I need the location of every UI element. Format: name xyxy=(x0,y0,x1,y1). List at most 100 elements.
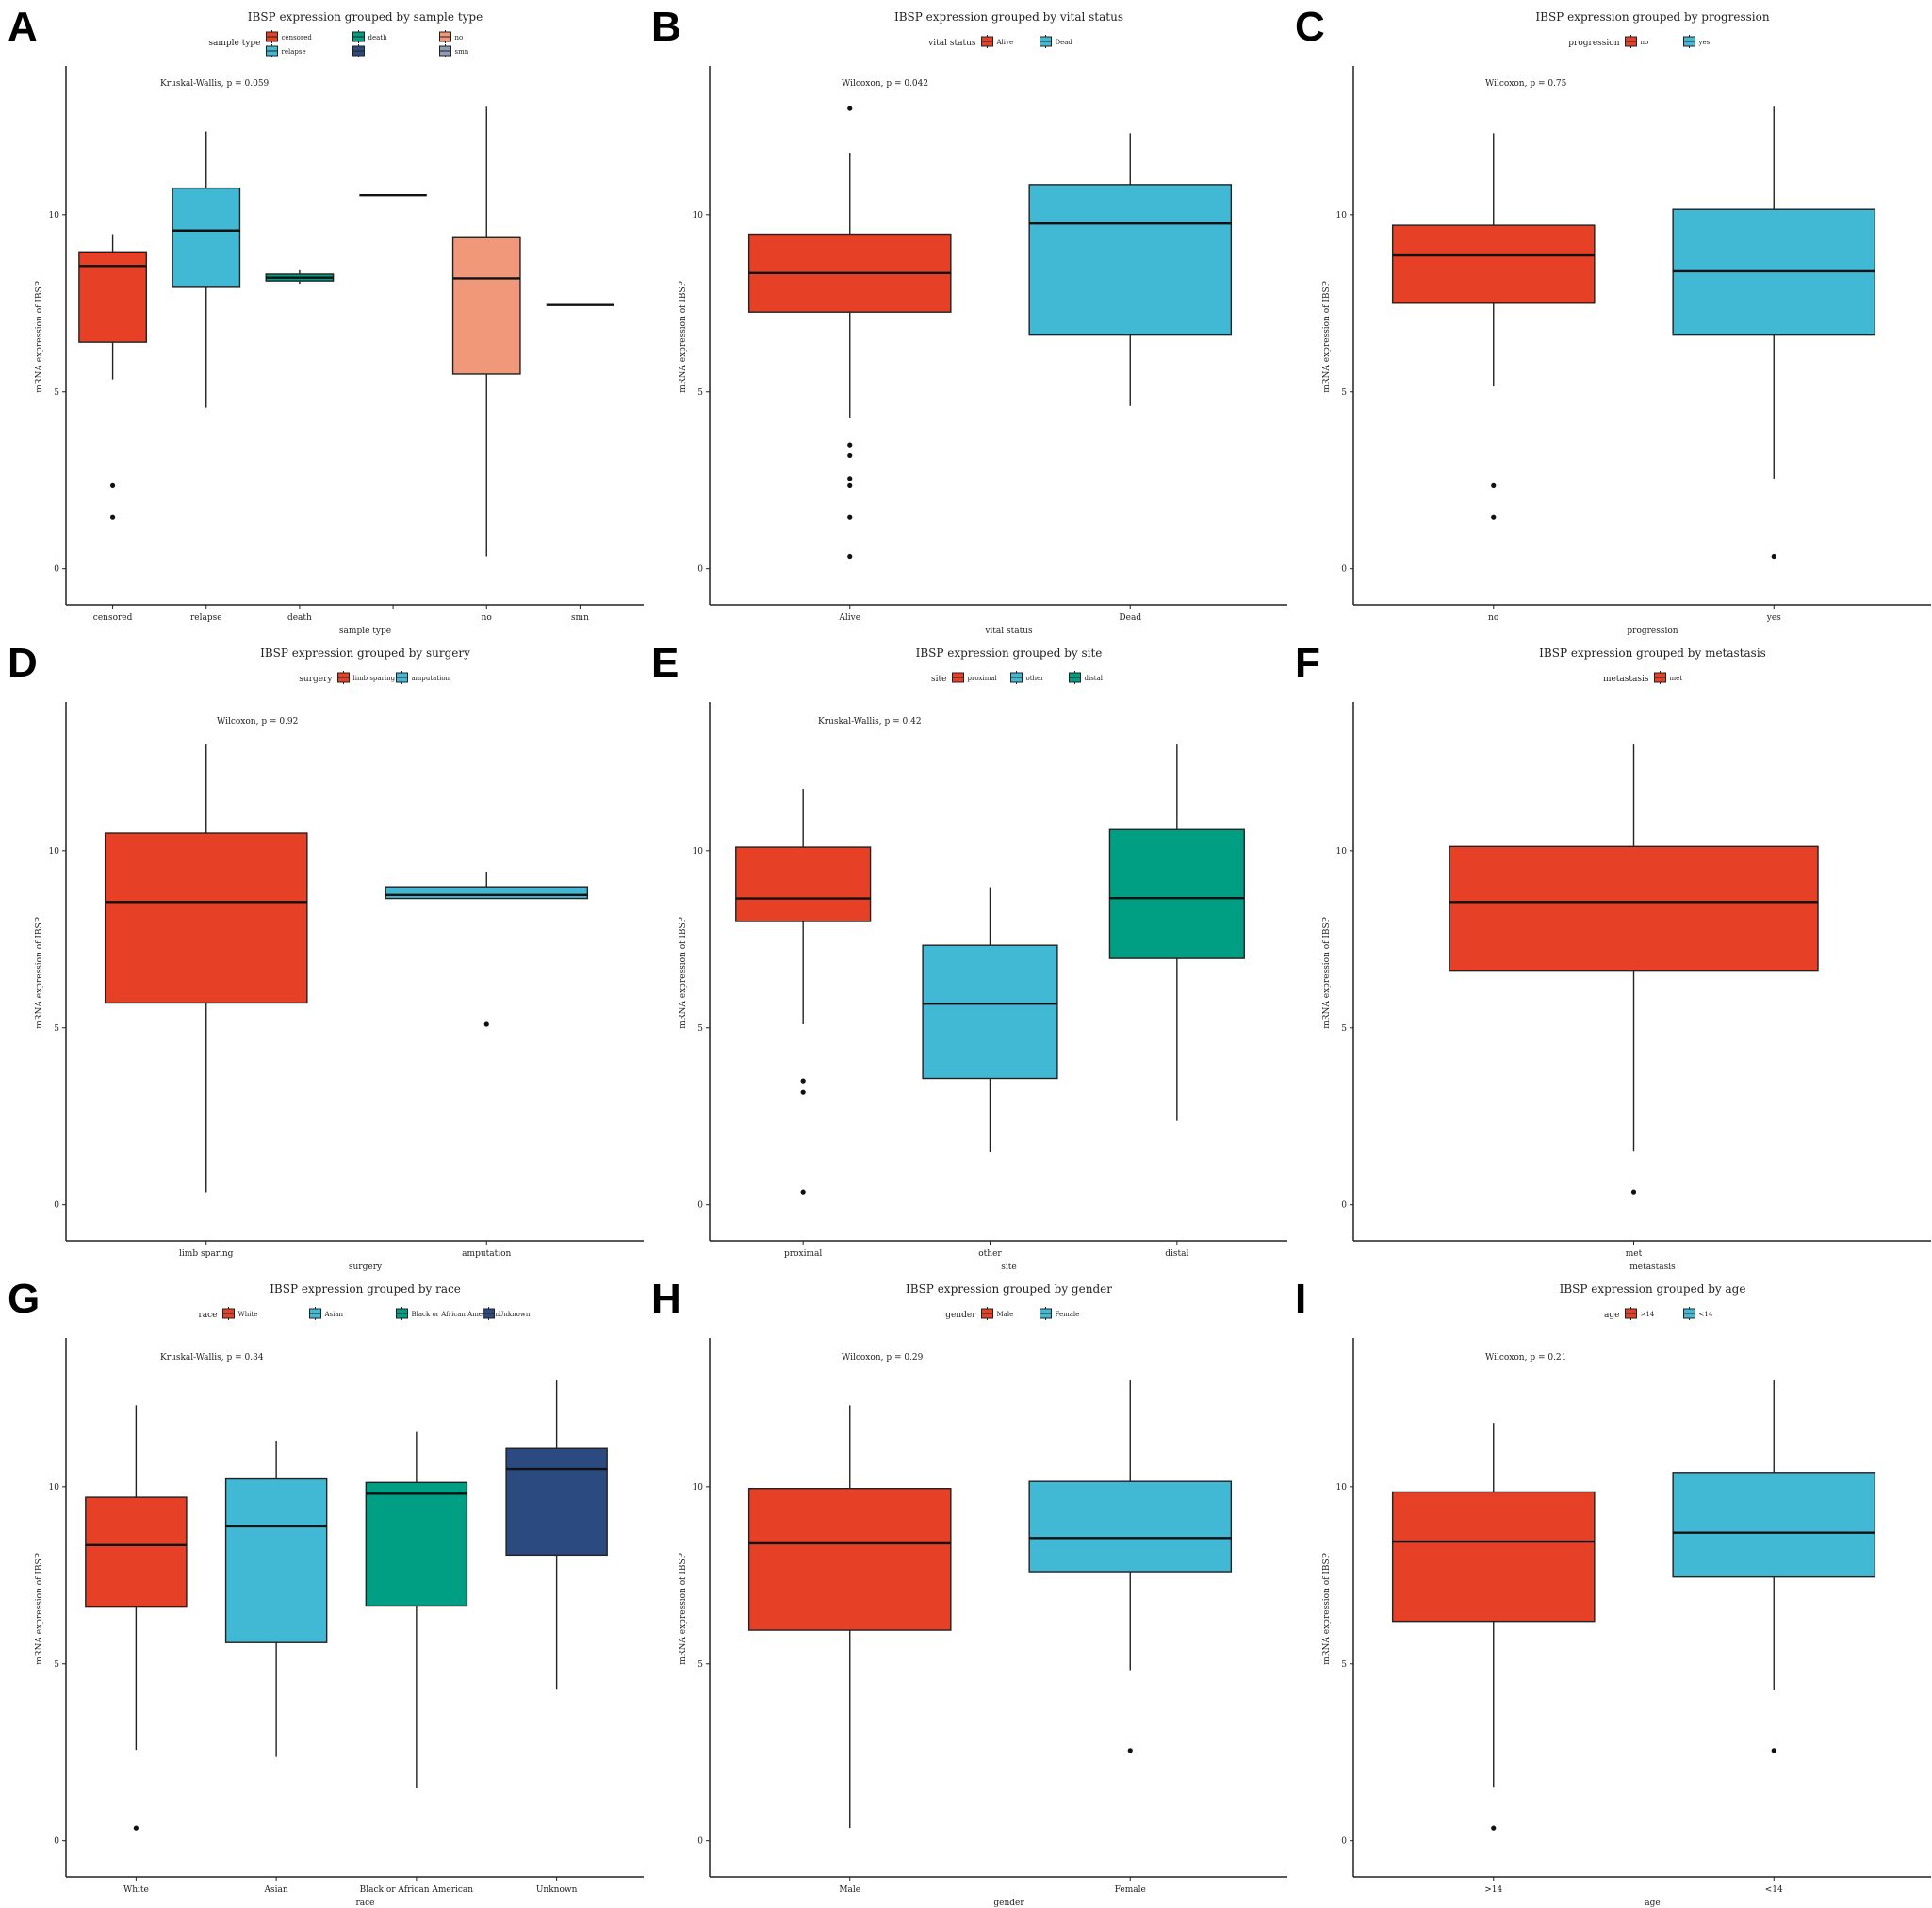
legend-label: yes xyxy=(1698,39,1711,46)
box-dead xyxy=(1028,133,1233,406)
iqr-box xyxy=(747,1488,952,1631)
iqr-box xyxy=(505,1447,608,1557)
stat-annotation: Kruskal-Wallis, p = 0.34 xyxy=(160,1353,264,1362)
legend-key xyxy=(309,1307,321,1320)
chart-title: IBSP expression grouped by progression xyxy=(1535,10,1769,24)
legend-key xyxy=(952,671,964,684)
legend-label: Female xyxy=(1056,1311,1080,1318)
stat-annotation: Wilcoxon, p = 0.92 xyxy=(217,717,298,726)
y-tick-label: 10 xyxy=(49,847,60,856)
legend: age >14 <14 xyxy=(1604,1307,1713,1320)
iqr-box xyxy=(104,832,308,1004)
iqr-box xyxy=(1108,828,1245,959)
legend-label: no xyxy=(455,34,464,41)
y-tick-label: 10 xyxy=(1336,211,1348,220)
box-female xyxy=(1028,1380,1233,1753)
y-tick-label: 5 xyxy=(1341,388,1347,398)
y-tick-label: 0 xyxy=(54,1201,59,1211)
box-alive xyxy=(747,106,952,560)
x-axis-label: gender xyxy=(993,1899,1024,1908)
legend-key xyxy=(352,44,365,57)
y-tick-label: 5 xyxy=(54,388,59,398)
legend-key xyxy=(1069,671,1081,684)
y-tick-label: 5 xyxy=(1341,1024,1347,1034)
legend-label: limb sparing xyxy=(353,675,396,682)
legend-label: death xyxy=(368,34,388,41)
legend-key xyxy=(981,1307,993,1320)
panel-g: G IBSP expression grouped by race race Whit… xyxy=(0,1272,644,1908)
panel-c: C IBSP expression grouped by progression p… xyxy=(1287,0,1931,636)
x-axis-label: vital status xyxy=(984,627,1033,636)
outlier-point xyxy=(847,476,853,481)
x-axis-label: metastasis xyxy=(1629,1263,1676,1272)
boxplot-a: IBSP expression grouped by sample type sa… xyxy=(35,10,644,636)
y-tick-label: 10 xyxy=(693,1483,704,1492)
box-yes xyxy=(1672,106,1876,560)
y-tick-label: 10 xyxy=(1336,847,1348,856)
y-tick-label: 5 xyxy=(54,1024,59,1034)
panel-f: F IBSP expression grouped by metastasis me… xyxy=(1287,636,1931,1272)
outlier-point xyxy=(1127,1748,1133,1753)
legend-label: relapse xyxy=(282,48,306,56)
boxplot-h: IBSP expression grouped by gender gender M… xyxy=(679,1282,1287,1908)
box-met xyxy=(1449,744,1819,1195)
y-tick-label: 0 xyxy=(697,1837,703,1847)
legend-label: White xyxy=(238,1311,258,1318)
legend-label: smn xyxy=(455,48,469,56)
legend: metastasis met xyxy=(1603,671,1682,684)
iqr-box xyxy=(1449,845,1819,972)
legend-title: progression xyxy=(1568,39,1619,48)
x-tick-label: Unknown xyxy=(536,1885,578,1895)
iqr-box xyxy=(922,944,1058,1080)
y-tick-label: 0 xyxy=(1341,565,1347,575)
legend-label: Alive xyxy=(996,39,1014,46)
boxplot-i: IBSP expression grouped by age age >14 <14 0… xyxy=(1322,1282,1931,1908)
outlier-point xyxy=(847,553,853,560)
outlier-point xyxy=(847,442,853,448)
y-tick-label: 5 xyxy=(697,388,703,398)
iqr-box xyxy=(1391,224,1596,304)
x-tick-label: Alive xyxy=(838,613,860,623)
stat-annotation: Kruskal-Wallis, p = 0.42 xyxy=(818,717,922,726)
x-tick-label: distal xyxy=(1165,1249,1188,1259)
outlier-point xyxy=(1630,1189,1637,1195)
x-axis-label: surgery xyxy=(349,1263,383,1272)
outlier-point xyxy=(847,106,853,111)
chart-title: IBSP expression grouped by surgery xyxy=(260,646,470,660)
outlier-point xyxy=(1491,482,1497,488)
x-tick-label: Male xyxy=(839,1885,860,1895)
legend: race White Asian Black or African AmericanU… xyxy=(198,1307,531,1320)
legend-label: no xyxy=(1641,39,1649,46)
box-no xyxy=(1391,133,1596,520)
stat-annotation: Wilcoxon, p = 0.29 xyxy=(842,1353,924,1362)
box-amputation xyxy=(385,872,589,1027)
x-axis-label: age xyxy=(1645,1899,1660,1908)
legend: sample type censored death no relapse smn xyxy=(208,30,469,57)
legend: surgery limb sparing amputation xyxy=(299,671,450,684)
iqr-box xyxy=(385,886,589,900)
legend-key xyxy=(1654,671,1666,684)
legend-key xyxy=(1040,1307,1052,1320)
x-tick-label: Asian xyxy=(264,1885,288,1895)
y-tick-label: 10 xyxy=(693,211,704,220)
x-axis-label: site xyxy=(1001,1263,1016,1272)
panel-e: E IBSP expression grouped by site site prox… xyxy=(644,636,1287,1272)
x-tick-label: no xyxy=(1488,613,1498,623)
box-no xyxy=(451,106,521,557)
outlier-point xyxy=(109,514,116,520)
outlier-point xyxy=(847,482,853,488)
iqr-box xyxy=(1391,1491,1596,1623)
panel-d: D IBSP expression grouped by surgery surge… xyxy=(0,636,644,1272)
x-tick-label: death xyxy=(287,613,312,623)
y-tick-label: 5 xyxy=(1341,1660,1347,1670)
chart-title: IBSP expression grouped by metastasis xyxy=(1539,646,1766,660)
outlier-point xyxy=(800,1089,806,1095)
legend: site proximal other distal xyxy=(931,671,1104,684)
boxplot-g: IBSP expression grouped by race race White… xyxy=(35,1282,644,1908)
legend-key xyxy=(1625,1307,1637,1320)
legend: gender Male Female xyxy=(945,1307,1079,1320)
iqr-box xyxy=(735,846,872,922)
box-unknown xyxy=(505,1380,608,1690)
legend-title: race xyxy=(198,1311,217,1320)
legend-key xyxy=(1010,671,1023,684)
